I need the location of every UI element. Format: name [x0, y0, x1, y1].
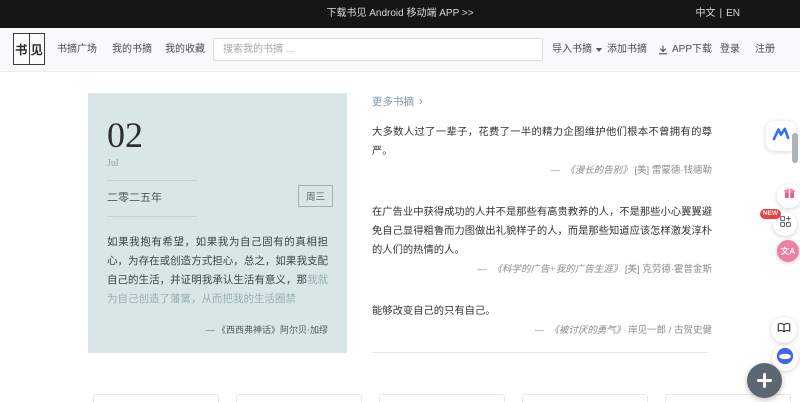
more-excerpts-link[interactable]: 更多书摘 › — [372, 95, 712, 109]
more-excerpts-section: 更多书摘 › 大多数人过了一辈子，花费了一半的精力企图维护他们根本不曾拥有的尊严。… — [372, 95, 712, 353]
excerpt-attribution: — 《科学的广告+我的广告生涯》 [美] 克劳德·霍普金斯 — [372, 263, 712, 276]
excerpt-item[interactable]: 大多数人过了一辈子，花费了一半的精力企图维护他们根本不曾拥有的尊严。 — 《漫长… — [372, 123, 712, 177]
grid-card-top[interactable] — [522, 394, 648, 402]
attribution-dash: — — [550, 165, 560, 176]
excerpt-attribution: — 《被讨厌的勇气》 岸见一郎 / 古贺史健 — [372, 324, 712, 337]
logo-char-1: 书 — [14, 34, 29, 64]
login-button[interactable]: 登录 — [720, 28, 740, 71]
import-excerpts-label: 导入书摘 — [552, 28, 592, 71]
attribution-dash: — — [478, 264, 488, 275]
logo-char-2: 见 — [29, 34, 45, 64]
grid-card-top[interactable] — [93, 394, 219, 402]
excerpt-item[interactable]: 在广告业中获得成功的人并不是那些有高贵教养的人，不是那些小心翼翼避免自己显得粗鲁… — [372, 203, 712, 276]
book-title[interactable]: 《被讨厌的勇气》 — [549, 326, 625, 336]
scrollbar-thumb[interactable] — [792, 133, 798, 163]
import-excerpts-dropdown[interactable]: 导入书摘 — [552, 28, 602, 71]
login-label: 登录 — [720, 28, 740, 71]
top-promo-bar: 下载书见 Android 移动端 APP >> 中文 | EN — [0, 0, 800, 28]
download-icon — [658, 45, 668, 55]
translate-icon: 文A — [781, 245, 796, 257]
chevron-right-icon: › — [419, 96, 423, 108]
daily-excerpt-card[interactable]: 02 Jul 二零二五年 周三 如果我抱有希望，如果我为自己固有的真相担心，为存… — [88, 93, 347, 353]
chevron-down-icon — [596, 48, 602, 52]
card-quote-attribution: — 《西西弗神话》阿尔贝·加缪 — [107, 323, 328, 336]
nav-my-excerpts[interactable]: 我的书摘 — [112, 28, 152, 71]
search-input[interactable] — [213, 38, 543, 61]
excerpt-text: 在广告业中获得成功的人并不是那些有高贵教养的人，不是那些小心翼翼避免自己显得粗鲁… — [372, 203, 712, 260]
lang-zh[interactable]: 中文 — [695, 8, 715, 19]
section-divider — [372, 352, 708, 353]
card-weekday-badge: 周三 — [298, 185, 333, 207]
register-label: 注册 — [755, 28, 775, 71]
more-excerpts-label: 更多书摘 — [372, 96, 414, 108]
gift-widget-button[interactable] — [777, 184, 800, 208]
card-month: Jul — [107, 158, 328, 169]
main-header: 书 见 书摘广场 我的书摘 我的收藏 导入书摘 添加书摘 APP下载 登录 注册 — [0, 28, 800, 72]
app-download-label: APP下载 — [672, 28, 712, 71]
excerpt-text: 能够改变自己的只有自己。 — [372, 302, 712, 321]
excerpt-item[interactable]: 能够改变自己的只有自己。 — 《被讨厌的勇气》 岸见一郎 / 古贺史健 — [372, 302, 712, 337]
nav-excerpt-square[interactable]: 书摘广场 — [57, 28, 97, 71]
book-title[interactable]: 《漫长的告别》 — [565, 166, 632, 176]
add-excerpt-label: 添加书摘 — [607, 28, 647, 71]
globe-logo-icon — [776, 347, 794, 370]
card-divider-top — [107, 180, 197, 181]
app-promo-link[interactable]: 下载书见 Android 移动端 APP >> — [0, 0, 800, 28]
card-day: 02 — [107, 115, 328, 155]
book-author: [美] 克劳德·霍普金斯 — [625, 264, 712, 275]
card-divider-bottom — [107, 216, 197, 217]
app-download-button[interactable]: APP下载 — [658, 28, 712, 71]
card-quote: 如果我抱有希望，如果我为自己固有的真相担心，为存在或创造方式担心，总之，如果我支… — [107, 233, 328, 309]
book-title[interactable]: 《科学的广告+我的广告生涯》 — [492, 265, 622, 275]
lang-separator: | — [719, 8, 722, 19]
card-quote-main: 如果我抱有希望，如果我为自己固有的真相担心，为存在或创造方式担心，总之，如果我支… — [107, 237, 328, 286]
nav-my-favorites[interactable]: 我的收藏 — [165, 28, 205, 71]
lang-en[interactable]: EN — [726, 8, 740, 19]
plus-icon — [757, 373, 772, 388]
card-year: 二零二五年 — [107, 189, 328, 205]
open-book-icon — [777, 321, 791, 339]
gift-icon — [783, 187, 796, 205]
grid-card-top[interactable] — [379, 394, 505, 402]
page: 下载书见 Android 移动端 APP >> 中文 | EN 书 见 书摘广场 我… — [0, 0, 800, 402]
language-switch: 中文 | EN — [693, 0, 742, 28]
add-widget-icon — [779, 215, 792, 233]
monica-m-icon — [772, 127, 790, 146]
attribution-dash: — — [535, 325, 545, 336]
new-badge: NEW — [760, 209, 781, 219]
book-author: 岸见一郎 / 古贺史健 — [628, 325, 712, 336]
register-button[interactable]: 注册 — [755, 28, 775, 71]
grid-card-top[interactable] — [236, 394, 362, 402]
add-floating-button[interactable] — [747, 363, 782, 398]
site-logo[interactable]: 书 见 — [13, 33, 45, 65]
add-excerpt-button[interactable]: 添加书摘 — [607, 28, 647, 71]
excerpt-text: 大多数人过了一辈子，花费了一半的精力企图维护他们根本不曾拥有的尊严。 — [372, 123, 712, 161]
excerpt-attribution: — 《漫长的告别》 [美] 雷蒙德·钱德勒 — [372, 164, 712, 177]
reader-widget-button[interactable] — [771, 317, 797, 343]
translate-widget-button[interactable]: 文A — [777, 240, 799, 262]
book-author: [美] 雷蒙德·钱德勒 — [634, 165, 712, 176]
